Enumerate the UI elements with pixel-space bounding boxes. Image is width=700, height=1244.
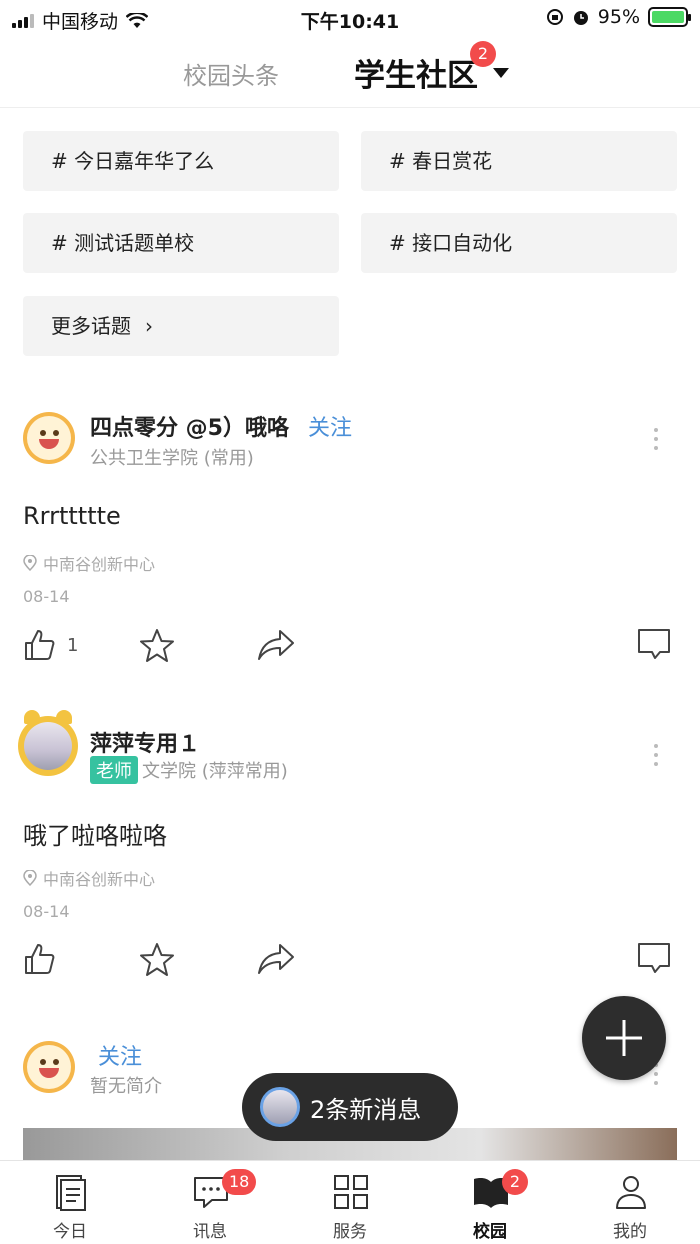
tab-label: 服务 xyxy=(333,1222,367,1242)
post-location: 中南谷创新中心 xyxy=(23,866,155,890)
favorite-button[interactable] xyxy=(138,628,176,664)
status-right: 95% xyxy=(546,6,691,28)
comment-button[interactable] xyxy=(637,628,671,660)
topic-chip[interactable]: # 测试话题单校 xyxy=(23,213,339,273)
more-options-icon[interactable] xyxy=(654,428,660,455)
location-label: 中南谷创新中心 xyxy=(43,870,156,889)
rotation-lock-icon xyxy=(546,9,563,25)
tab-campus-news[interactable]: 校园头条 xyxy=(183,56,279,91)
bottom-tab-bar: 今日 18 讯息 服务 2 校园 我的 xyxy=(0,1160,700,1244)
post-content[interactable]: 哦了啦咯啦咯 xyxy=(23,816,167,851)
author-name[interactable]: 四点零分 @5）哦咯 xyxy=(90,410,289,442)
share-button[interactable] xyxy=(256,942,296,976)
tab-me[interactable]: 我的 xyxy=(560,1161,700,1244)
more-topics-button[interactable]: 更多话题 › xyxy=(23,296,339,356)
author-subtitle: 公共卫生学院 (常用) xyxy=(90,448,254,469)
campus-badge: 2 xyxy=(502,1169,528,1195)
tab-label: 校园 xyxy=(473,1222,507,1242)
post-actions xyxy=(23,942,677,982)
author-subtitle-row: 老师 文学院 (萍萍常用) xyxy=(90,756,288,784)
grid-icon xyxy=(334,1175,368,1209)
follow-button[interactable]: 关注 xyxy=(308,410,352,442)
more-options-icon[interactable] xyxy=(654,744,660,771)
plus-icon xyxy=(606,1020,642,1056)
create-post-button[interactable] xyxy=(582,996,666,1080)
status-bar: 中国移动 下午10:41 95% xyxy=(0,0,700,36)
role-badge: 老师 xyxy=(90,756,138,784)
battery-percent: 95% xyxy=(597,6,640,28)
caret-down-icon[interactable] xyxy=(493,68,509,78)
share-icon xyxy=(258,944,294,974)
new-messages-toast[interactable]: 2条新消息 xyxy=(242,1073,458,1141)
like-count: 1 xyxy=(67,634,79,656)
tab-services[interactable]: 服务 xyxy=(280,1161,420,1244)
comment-icon xyxy=(638,943,670,973)
comment-icon xyxy=(638,629,670,659)
person-icon xyxy=(616,1176,646,1209)
avatar[interactable] xyxy=(18,710,78,776)
post-location: 中南谷创新中心 xyxy=(23,551,155,575)
toast-label: 2条新消息 xyxy=(310,1095,422,1124)
author-name[interactable]: 萍萍专用１ xyxy=(90,726,200,758)
location-pin-icon xyxy=(23,870,37,886)
post-actions: 1 xyxy=(23,628,677,668)
chevron-right-icon: › xyxy=(145,314,153,338)
toast-avatar xyxy=(260,1087,300,1127)
avatar[interactable] xyxy=(23,1041,75,1093)
battery-icon xyxy=(648,7,691,27)
tab-label: 讯息 xyxy=(193,1222,227,1242)
author-subtitle: 文学院 (萍萍常用) xyxy=(142,761,288,782)
topic-chip[interactable]: # 今日嘉年华了么 xyxy=(23,131,339,191)
community-badge: 2 xyxy=(470,41,496,67)
topic-chip[interactable]: # 接口自动化 xyxy=(361,213,677,273)
tab-student-community[interactable]: 学生社区 xyxy=(354,50,478,95)
thumbs-up-icon xyxy=(25,630,55,660)
like-button[interactable] xyxy=(23,942,57,976)
favorite-button[interactable] xyxy=(138,942,176,978)
more-topics-label: 更多话题 xyxy=(51,314,131,338)
post-content[interactable]: Rrrttttte xyxy=(23,502,121,530)
author-subtitle: 暂无简介 xyxy=(90,1076,162,1097)
star-icon xyxy=(140,629,174,662)
tab-today[interactable]: 今日 xyxy=(0,1161,140,1244)
post-date: 08-14 xyxy=(23,902,70,921)
share-icon xyxy=(258,630,294,660)
header: 校园头条 学生社区 2 xyxy=(0,36,700,108)
star-icon xyxy=(140,943,174,976)
tab-label: 我的 xyxy=(613,1222,647,1242)
post-date: 08-14 xyxy=(23,587,70,606)
tab-label: 今日 xyxy=(53,1222,87,1242)
thumbs-up-icon xyxy=(25,944,55,974)
tab-messages[interactable]: 18 讯息 xyxy=(140,1161,280,1244)
topic-chip[interactable]: # 春日赏花 xyxy=(361,131,677,191)
tab-campus[interactable]: 2 校园 xyxy=(420,1161,560,1244)
follow-button[interactable]: 关注 xyxy=(98,1039,142,1071)
avatar[interactable] xyxy=(23,412,75,464)
comment-button[interactable] xyxy=(637,942,671,974)
location-label: 中南谷创新中心 xyxy=(43,555,156,574)
share-button[interactable] xyxy=(256,628,296,662)
alarm-icon xyxy=(573,11,588,25)
location-pin-icon xyxy=(23,555,37,571)
like-button[interactable]: 1 xyxy=(23,628,78,662)
document-icon xyxy=(56,1175,86,1211)
messages-badge: 18 xyxy=(222,1169,257,1195)
